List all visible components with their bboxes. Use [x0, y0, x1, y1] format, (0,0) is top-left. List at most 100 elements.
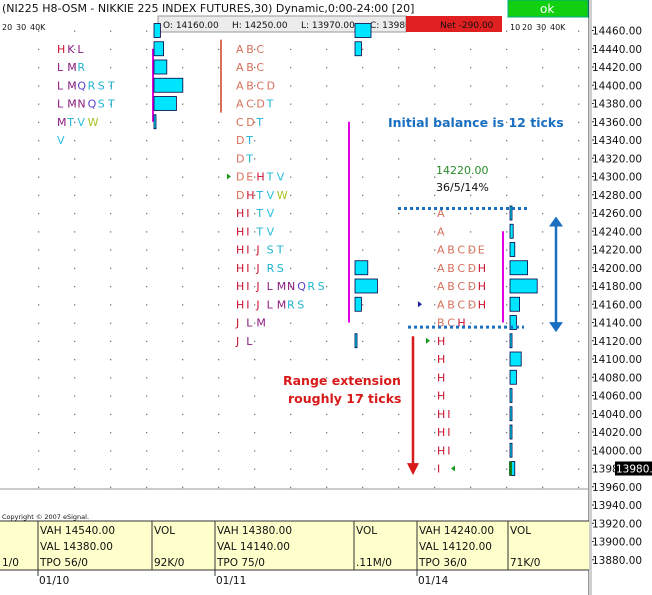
y-tick-label: 14100.00 [592, 354, 642, 366]
tpo-row: H [437, 353, 445, 366]
stat-val: VAL 14120.00 [419, 541, 492, 553]
svg-text:10: 10 [510, 23, 520, 32]
volume-bar [509, 242, 516, 257]
ohlc-high: H: 14250.00 [232, 21, 288, 31]
ohlc-open: O: 14160.00 [163, 21, 219, 31]
y-tick-label: 14240.00 [592, 226, 642, 238]
y-tick-label: 13880.00 [592, 555, 642, 567]
volume-bar [509, 424, 513, 440]
tpo-row: I [437, 463, 440, 476]
stat-tpo: TPO 56/0 [39, 557, 88, 569]
volume-bar [509, 369, 517, 385]
volume-bar [354, 260, 369, 276]
status-ok-button[interactable]: ok [507, 0, 589, 18]
svg-text:30: 30 [536, 23, 546, 32]
tpo-row: H I J L MN Q R S [236, 280, 325, 293]
net-change: Net -290.00 [440, 21, 494, 31]
y-tick-label: 14220.00 [592, 245, 642, 257]
volume-bar [509, 333, 513, 349]
volume-bar [153, 23, 161, 38]
y-tick-label: 14440.00 [592, 44, 642, 56]
y-tick-label: 14420.00 [592, 62, 642, 74]
y-tick-label: 14120.00 [592, 336, 642, 348]
stat-val: VAL 14380.00 [40, 541, 113, 553]
volume-bar [354, 23, 372, 38]
y-tick-label: 14280.00 [592, 190, 642, 202]
tpo-row: L MR [57, 61, 85, 74]
svg-text:40K: 40K [30, 23, 46, 32]
range-extension-label-line2: roughly 17 ticks [288, 391, 401, 406]
tpo-row: DHTVW [236, 189, 288, 202]
y-tick-label: 13940.00 [592, 500, 642, 512]
tpo-row: HI [437, 426, 450, 439]
y-tick-label: 13960.00 [592, 482, 642, 494]
ib-annotation: Initial balance is 12 ticks [388, 115, 564, 130]
svg-text:30: 30 [16, 23, 26, 32]
svg-text:20: 20 [2, 23, 12, 32]
tpo-row: A [437, 225, 445, 238]
tpo-row: H [437, 371, 445, 384]
volume-bar [509, 388, 513, 403]
y-tick-label: 14180.00 [592, 281, 642, 293]
y-tick-label: 14160.00 [592, 299, 642, 311]
tpo-row: H [437, 390, 445, 403]
volume-bar [509, 205, 513, 221]
stats-prev-vol: 1/0 [2, 557, 19, 569]
y-tick-label: 14400.00 [592, 80, 642, 92]
volume-bar [509, 260, 529, 276]
volume-bar [153, 59, 168, 75]
stat-vah: VAH 14540.00 [40, 525, 115, 537]
tpo-stat-label: 36/5/14% [436, 181, 489, 194]
tpo-row: ABCDH [437, 280, 486, 293]
tpo-row: CDT [236, 116, 263, 129]
stat-tpo: TPO 75/0 [216, 557, 265, 569]
volume-bar [509, 278, 538, 294]
range-extension-label-line1: Range extension [283, 373, 401, 388]
stat-vol-label: VOL [510, 525, 531, 537]
y-tick-label: 13900.00 [592, 537, 642, 549]
poc-price-label: 14220.00 [436, 164, 489, 177]
y-tick-label: 14040.00 [592, 409, 642, 421]
volume-bar [153, 114, 157, 130]
tpo-row: H I J L MR S [236, 298, 304, 311]
tpo-row: ABCDE [437, 244, 485, 257]
svg-text:20: 20 [522, 23, 532, 32]
y-tick-label: 14380.00 [592, 99, 642, 111]
price-axis-scrollbar[interactable] [589, 0, 592, 595]
stat-vol-value: 71K/0 [510, 557, 540, 569]
window-title: (NI225 H8-OSM - NIKKIE 225 INDEX FUTURES… [2, 2, 414, 15]
tpo-row: DEHTV [236, 171, 285, 184]
y-tick-label: 14460.00 [592, 26, 642, 38]
volume-bar [509, 442, 513, 458]
stat-vah: VAH 14380.00 [217, 525, 292, 537]
last-price-value: 13980.00 [616, 464, 652, 476]
tpo-row: ABCDH [437, 262, 486, 275]
tpo-row: ABCD [236, 79, 275, 92]
y-tick-label: 14200.00 [592, 263, 642, 275]
y-tick-label: 14140.00 [592, 318, 642, 330]
date-label: 01/11 [216, 575, 246, 587]
ohlc-bar: O: 14160.00 H: 14250.00 L: 13970.00 C: 1… [157, 15, 425, 33]
volume-scale-right: 10 20 30 40K [510, 23, 566, 32]
stat-vah: VAH 14240.00 [419, 525, 494, 537]
y-tick-label: 14300.00 [592, 172, 642, 184]
y-tick-label: 14020.00 [592, 427, 642, 439]
tpo-row: HI [437, 408, 450, 421]
tpo-row: H [437, 335, 445, 348]
market-profile-chart: 14460.00 14440.00 14420.00 14400.00 14380.00… [0, 0, 652, 595]
stat-val: VAL 14140.00 [217, 541, 290, 553]
volume-bar [153, 96, 177, 111]
tpo-row: ABCDH [437, 298, 486, 311]
tpo-row: ABC [236, 61, 264, 74]
volume-bar [153, 77, 184, 93]
stat-tpo: TPO 36/0 [418, 557, 467, 569]
date-label: 01/10 [39, 575, 69, 587]
last-price-marker: 13980.00 [615, 461, 652, 476]
tpo-row: MT V W [57, 116, 99, 129]
y-tick-label: 13920.00 [592, 518, 642, 530]
y-tick-label: 14080.00 [592, 372, 642, 384]
tpo-row: V [57, 134, 65, 147]
volume-scale-left: 20 30 40K [2, 23, 46, 32]
stat-vol-label: VOL [154, 525, 175, 537]
y-tick-label: 14340.00 [592, 135, 642, 147]
